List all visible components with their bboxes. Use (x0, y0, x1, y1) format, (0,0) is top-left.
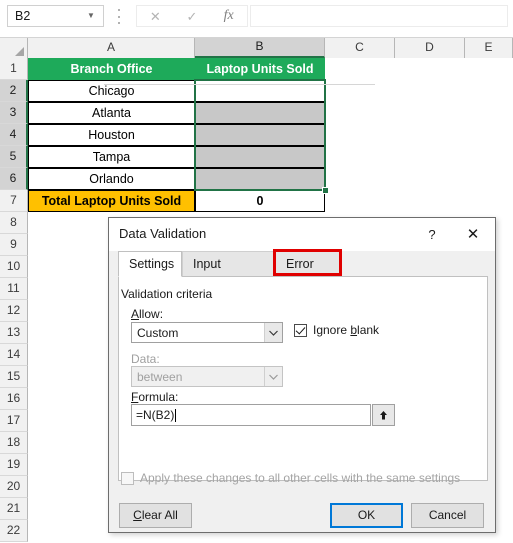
cell-b5[interactable] (195, 146, 325, 168)
ok-button[interactable]: OK (330, 503, 403, 528)
name-box-value: B2 (15, 9, 31, 23)
cell-b6[interactable] (195, 168, 325, 190)
tab-input-message[interactable]: Input Message (182, 251, 275, 296)
row-header-1[interactable]: 1 (0, 58, 28, 80)
times-icon[interactable]: ✕ (137, 10, 174, 23)
column-header-b[interactable]: B (195, 38, 325, 58)
chevron-down-icon[interactable] (264, 323, 282, 342)
ignore-blank-checkbox-row[interactable]: Ignore blank (294, 323, 379, 337)
row-header-11[interactable]: 11 (0, 278, 28, 300)
column-header-d[interactable]: D (395, 38, 465, 58)
cell-a4[interactable]: Houston (28, 124, 195, 146)
row-header-12[interactable]: 12 (0, 300, 28, 322)
column-header-e[interactable]: E (465, 38, 513, 58)
row-header-3[interactable]: 3 (0, 102, 28, 124)
formula-field-row: =N(B2) (131, 404, 395, 426)
column-headers: A B C D E (0, 38, 513, 58)
tab-settings[interactable]: Settings (118, 251, 182, 277)
dialog-title: Data Validation (119, 226, 207, 241)
row-header-22[interactable]: 22 (0, 520, 28, 542)
cancel-button[interactable]: Cancel (411, 503, 484, 528)
row-header-18[interactable]: 18 (0, 432, 28, 454)
row-header-10[interactable]: 10 (0, 256, 28, 278)
data-dropdown[interactable]: between (131, 366, 283, 387)
row-header-14[interactable]: 14 (0, 344, 28, 366)
chevron-down-icon[interactable]: ▼ (83, 12, 103, 20)
apply-all-checkbox-row[interactable]: Apply these changes to all other cells w… (121, 471, 460, 485)
dialog-tabstrip: Settings Input Message Error Alert (118, 249, 488, 296)
apply-all-checkbox[interactable] (121, 471, 134, 485)
tab-error-alert[interactable]: Error Alert (275, 251, 341, 296)
cell-b4[interactable] (195, 124, 325, 146)
close-icon[interactable]: ✕ (461, 224, 485, 246)
row-header-9[interactable]: 9 (0, 234, 28, 256)
fill-handle[interactable] (322, 187, 329, 194)
cell-a6[interactable]: Orlando (28, 168, 195, 190)
ignore-blank-label: Ignore blank (313, 323, 380, 337)
formula-bar-grip-dots-icon (115, 9, 123, 24)
formula-bar-buttons: ✕ ✓ fx (136, 5, 248, 27)
text-caret (175, 408, 177, 422)
cell-a3[interactable]: Atlanta (28, 102, 195, 124)
cell-b7[interactable]: 0 (195, 190, 325, 212)
clear-all-button[interactable]: Clear All (119, 503, 192, 528)
column-header-a[interactable]: A (28, 38, 195, 58)
column-header-c[interactable]: C (325, 38, 395, 58)
select-all-triangle-icon (15, 47, 24, 56)
help-icon[interactable]: ? (421, 225, 443, 245)
cell-a2[interactable]: Chicago (28, 80, 195, 102)
cell-b3[interactable] (195, 102, 325, 124)
apply-all-label: Apply these changes to all other cells w… (140, 471, 461, 485)
row-header-8[interactable]: 8 (0, 212, 28, 234)
data-dropdown-value: between (137, 369, 183, 384)
cell-b1[interactable]: Laptop Units Sold (195, 58, 325, 80)
formula-bar-area: B2 ▼ ✕ ✓ fx (0, 0, 513, 38)
cell-a1[interactable]: Branch Office (28, 58, 195, 80)
fx-icon[interactable]: fx (210, 9, 247, 23)
row-header-13[interactable]: 13 (0, 322, 28, 344)
row-header-7[interactable]: 7 (0, 190, 28, 212)
cell-b2[interactable] (195, 80, 325, 102)
check-icon[interactable]: ✓ (174, 10, 211, 23)
select-all-corner-button[interactable] (0, 38, 28, 58)
row-header-6[interactable]: 6 (0, 168, 28, 190)
allow-dropdown[interactable]: Custom (131, 322, 283, 343)
formula-bar-input[interactable] (250, 5, 508, 27)
row-header-19[interactable]: 19 (0, 454, 28, 476)
range-select-up-arrow-icon[interactable] (372, 404, 395, 426)
cell-a5[interactable]: Tampa (28, 146, 195, 168)
row-header-4[interactable]: 4 (0, 124, 28, 146)
row-header-20[interactable]: 20 (0, 476, 28, 498)
dialog-title-bar: Data Validation ? ✕ (109, 218, 495, 251)
row-header-17[interactable]: 17 (0, 410, 28, 432)
ignore-blank-checkbox[interactable] (294, 323, 307, 337)
row-header-15[interactable]: 15 (0, 366, 28, 388)
row-header-5[interactable]: 5 (0, 146, 28, 168)
allow-dropdown-value: Custom (137, 325, 179, 340)
row-header-21[interactable]: 21 (0, 498, 28, 520)
row-header-16[interactable]: 16 (0, 388, 28, 410)
cell-a7[interactable]: Total Laptop Units Sold (28, 190, 195, 212)
name-box[interactable]: B2 ▼ (7, 5, 104, 27)
row-header-2[interactable]: 2 (0, 80, 28, 102)
formula-input[interactable]: =N(B2) (131, 404, 371, 426)
formula-input-value: =N(B2) (136, 408, 175, 422)
chevron-down-icon[interactable] (264, 367, 282, 386)
